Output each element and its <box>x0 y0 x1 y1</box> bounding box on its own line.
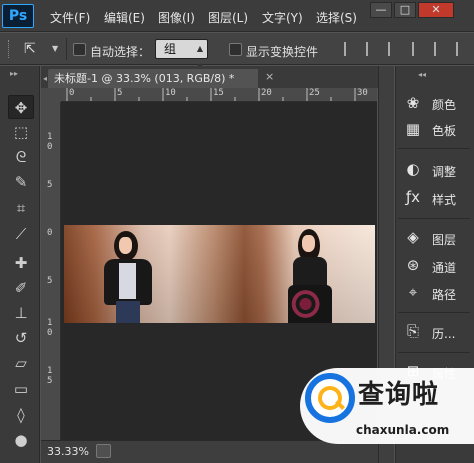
ruler-label: 0 <box>47 228 53 238</box>
menu-file[interactable]: 文件(F) <box>50 9 90 26</box>
minimize-button[interactable]: — <box>370 2 392 18</box>
eyedropper-tool-icon[interactable]: ⟋ <box>8 222 34 246</box>
document-tab[interactable]: 未标题-1 @ 33.3% (013, RGB/8) * <box>48 69 258 88</box>
document-canvas-image[interactable] <box>64 225 375 323</box>
photoshop-logo: Ps <box>2 4 34 28</box>
panel-styles[interactable]: 样式 <box>432 191 456 208</box>
auto-select-dropdown[interactable]: 组▲▼ <box>155 39 208 71</box>
ruler-label: 10 <box>165 88 176 98</box>
panel-divider <box>398 148 470 149</box>
menu-image[interactable]: 图像(I) <box>158 9 195 26</box>
close-tab-icon[interactable]: × <box>265 70 274 83</box>
menu-layer[interactable]: 图层(L) <box>208 9 248 26</box>
show-transform-checkbox[interactable] <box>229 43 242 56</box>
brush-tool-icon[interactable]: ✐ <box>8 276 34 300</box>
model-jeans <box>116 301 140 323</box>
distribute-bottom-icon[interactable] <box>456 42 468 56</box>
lasso-tool-icon[interactable]: ᘓ <box>8 145 34 169</box>
menu-edit[interactable]: 编辑(E) <box>104 9 145 26</box>
model-shirt <box>119 263 136 299</box>
distribute-middle-icon[interactable] <box>434 42 446 56</box>
dodge-tool-icon[interactable]: ● <box>8 428 34 452</box>
ruler-label: 5 <box>117 88 123 98</box>
ruler-label: 1 <box>47 318 53 328</box>
menu-type[interactable]: 文字(Y) <box>262 9 303 26</box>
healing-tool-icon[interactable]: ✚ <box>8 251 34 275</box>
auto-select-checkbox[interactable] <box>73 43 86 56</box>
auto-select-value: 组 <box>164 42 177 56</box>
ruler-label: 1 <box>47 132 53 142</box>
watermark-title: 查询啦 <box>358 380 440 410</box>
clone-stamp-tool-icon[interactable]: ⊥ <box>8 301 34 325</box>
swatches-icon[interactable]: ▦ <box>404 120 422 138</box>
model-face <box>302 235 315 252</box>
panel-history[interactable]: 历... <box>432 325 455 342</box>
distribute-top-icon[interactable] <box>412 42 424 56</box>
auto-select-label: 自动选择： <box>90 45 151 59</box>
crop-tool-icon[interactable]: ⌗ <box>8 196 34 220</box>
panel-divider <box>398 218 470 219</box>
align-right-icon[interactable] <box>388 42 400 56</box>
panel-divider <box>398 352 470 353</box>
styles-icon[interactable]: ƒx <box>404 188 422 206</box>
model-skirt <box>288 285 332 323</box>
ruler-label: 20 <box>261 88 272 98</box>
zoom-level[interactable]: 33.33% <box>47 445 89 458</box>
ruler-label: 0 <box>69 88 75 98</box>
model-top <box>293 257 327 287</box>
eraser-tool-icon[interactable]: ▱ <box>8 351 34 375</box>
tab-scroll-icon[interactable]: ◂ <box>43 74 47 83</box>
paths-icon[interactable]: ⌖ <box>404 283 422 301</box>
ruler-corner <box>41 88 61 102</box>
options-grip <box>8 40 11 58</box>
ruler-label: 25 <box>309 88 320 98</box>
chevron-down-icon[interactable]: ▼ <box>52 44 58 53</box>
menu-select[interactable]: 选择(S) <box>316 9 357 26</box>
history-icon[interactable]: ⎘ <box>404 322 422 340</box>
layers-icon[interactable]: ◈ <box>404 228 422 246</box>
panel-paths[interactable]: 路径 <box>432 286 456 303</box>
channels-icon[interactable]: ⊛ <box>404 256 422 274</box>
panel-layers[interactable]: 图层 <box>432 231 456 248</box>
ruler-label: 5 <box>47 376 53 386</box>
document-info-icon[interactable] <box>96 444 111 458</box>
ruler-label: 0 <box>47 142 53 152</box>
quick-select-tool-icon[interactable]: ✎ <box>8 170 34 194</box>
align-center-icon[interactable] <box>366 42 378 56</box>
horizontal-ruler: 0 5 10 15 20 25 30 <box>61 88 377 102</box>
palette-icon[interactable]: ❀ <box>404 94 422 112</box>
move-tool-preset-icon[interactable]: ⇱ <box>24 41 36 57</box>
adjustments-icon[interactable]: ◐ <box>404 160 422 178</box>
align-left-icon[interactable] <box>344 42 356 56</box>
blur-tool-icon[interactable]: ◊ <box>8 403 34 427</box>
ruler-label: 5 <box>47 180 53 190</box>
panel-channels[interactable]: 通道 <box>432 259 456 276</box>
maximize-button[interactable]: □ <box>394 2 416 18</box>
divider <box>66 38 67 60</box>
gradient-tool-icon[interactable]: ▭ <box>8 377 34 401</box>
panel-color[interactable]: 颜色 <box>432 96 456 113</box>
ruler-label: 30 <box>357 88 368 98</box>
panel-adjustments[interactable]: 调整 <box>432 163 456 180</box>
model-face <box>119 237 132 254</box>
ruler-label: 1 <box>47 366 53 376</box>
ruler-label: 15 <box>213 88 224 98</box>
ruler-label: 0 <box>47 328 53 338</box>
history-brush-tool-icon[interactable]: ↺ <box>8 326 34 350</box>
panel-divider <box>398 312 470 313</box>
vertical-ruler: 1 0 5 0 5 1 0 1 5 <box>41 102 61 440</box>
marquee-tool-icon[interactable]: ⬚ <box>8 120 34 144</box>
tools-collapse-icon[interactable]: ▸▸ <box>10 69 18 78</box>
panel-swatches[interactable]: 色板 <box>432 122 456 139</box>
move-tool-icon[interactable]: ✥ <box>8 95 34 119</box>
watermark-domain: chaxunla.com <box>356 423 450 437</box>
show-transform-label: 显示变换控件 <box>246 45 319 59</box>
close-window-button[interactable]: ✕ <box>418 2 454 18</box>
ruler-label: 5 <box>47 276 53 286</box>
dock-expand-icon[interactable]: ◂◂ <box>418 70 426 79</box>
